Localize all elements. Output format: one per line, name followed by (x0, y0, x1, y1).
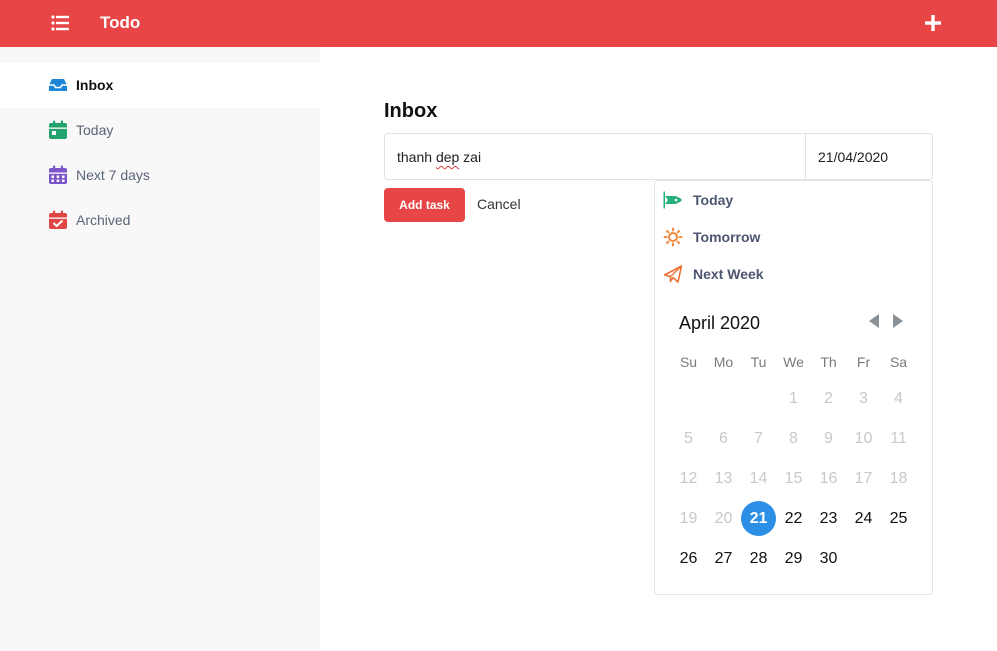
sidebar-item-today[interactable]: Today (0, 108, 320, 153)
task-text-part: thanh (397, 149, 436, 165)
calendar-day-disabled: 12 (679, 470, 698, 487)
page-title: Inbox (384, 100, 438, 122)
weekday-label: Fr (856, 354, 871, 370)
calendar-day-selected[interactable]: 21 (741, 501, 776, 536)
calendar-day[interactable]: 24 (846, 501, 881, 536)
weekday-label: Th (820, 354, 837, 370)
calendar-day-disabled: 1 (789, 390, 798, 407)
calendar-day-disabled: 18 (889, 470, 908, 487)
sidebar-item-label: Today (76, 122, 114, 138)
sidebar: Inbox Today Next 7 days Archived (0, 47, 320, 651)
sidebar-item-next-7-days[interactable]: Next 7 days (0, 153, 320, 198)
weekday-label: Sa (889, 354, 908, 370)
divider (805, 134, 806, 179)
sidebar-item-label: Inbox (76, 77, 114, 93)
calendar-day-disabled: 8 (789, 430, 798, 447)
calendar-day-disabled: 20 (714, 510, 733, 527)
calendar-day-disabled: 19 (679, 510, 698, 527)
weekday-label: Mo (713, 354, 734, 370)
chevron-right-icon[interactable] (891, 313, 905, 329)
sidebar-item-label: Archived (76, 212, 131, 228)
calendar-day[interactable]: 22 (776, 501, 811, 536)
sun-icon (663, 227, 683, 247)
sidebar-item-inbox[interactable]: Inbox (0, 63, 320, 108)
sidebar-item-label: Next 7 days (76, 167, 150, 183)
calendar-day-disabled: 17 (854, 470, 873, 487)
calendar-day-disabled: 9 (824, 430, 833, 447)
paper-plane-icon (663, 265, 683, 283)
month-label: April 2020 (679, 313, 761, 333)
calendar-day-disabled: 10 (854, 430, 873, 447)
add-task-button[interactable]: Add task (384, 188, 465, 222)
calendar-day[interactable]: 28 (741, 541, 776, 576)
weekday-label: We (783, 354, 804, 370)
calendar-day-disabled: 11 (890, 430, 907, 447)
quick-option-today[interactable]: Today (655, 185, 932, 215)
rocket-icon (663, 191, 682, 209)
calendar-day[interactable]: 23 (811, 501, 846, 536)
date-picker-dropdown: Today Tomorrow Next Week April 2020 Su Mo… (654, 180, 933, 595)
plus-icon[interactable] (923, 13, 943, 33)
calendar-day-disabled: 6 (719, 430, 728, 447)
calendar-day-disabled: 5 (684, 430, 693, 447)
sidebar-item-archived[interactable]: Archived (0, 198, 320, 243)
task-entry: thanh dep zai 21/04/2020 (384, 133, 933, 180)
app-title: Todo (100, 13, 141, 32)
quick-option-label: Today (693, 192, 734, 208)
calendar-day-disabled: 14 (749, 470, 768, 487)
calendar-day[interactable]: 26 (671, 541, 706, 576)
quick-option-label: Next Week (693, 266, 764, 282)
weekday-label: Tu (750, 354, 767, 370)
calendar-day-disabled: 16 (819, 470, 838, 487)
date-input[interactable]: 21/04/2020 (818, 149, 888, 166)
calendar-day-disabled: 2 (824, 390, 833, 407)
calendar-week-icon (49, 165, 67, 184)
top-bar: Todo (0, 0, 997, 47)
quick-option-next-week[interactable]: Next Week (655, 259, 932, 289)
quick-option-tomorrow[interactable]: Tomorrow (655, 222, 932, 252)
calendar-check-icon (49, 210, 67, 229)
task-text-part: zai (459, 149, 482, 165)
list-icon[interactable] (51, 14, 69, 32)
calendar-day[interactable]: 27 (706, 541, 741, 576)
quick-option-label: Tomorrow (693, 229, 761, 245)
calendar-day[interactable]: 25 (881, 501, 916, 536)
weekday-label: Su (679, 354, 698, 370)
calendar-day[interactable]: 30 (811, 541, 846, 576)
task-text-misspelled: dep (435, 149, 460, 165)
calendar-day-disabled: 4 (894, 390, 903, 407)
calendar-day-disabled: 7 (754, 430, 763, 447)
task-name-input[interactable]: thanh dep zai (397, 149, 481, 166)
calendar-day-disabled: 13 (714, 470, 733, 487)
calendar-day[interactable]: 29 (776, 541, 811, 576)
calendar-day-disabled: 15 (784, 470, 803, 487)
calendar-day-disabled: 3 (859, 390, 868, 407)
inbox-icon (49, 79, 67, 91)
calendar-today-icon (49, 120, 67, 139)
chevron-left-icon[interactable] (867, 313, 881, 329)
cancel-button[interactable]: Cancel (477, 196, 521, 213)
